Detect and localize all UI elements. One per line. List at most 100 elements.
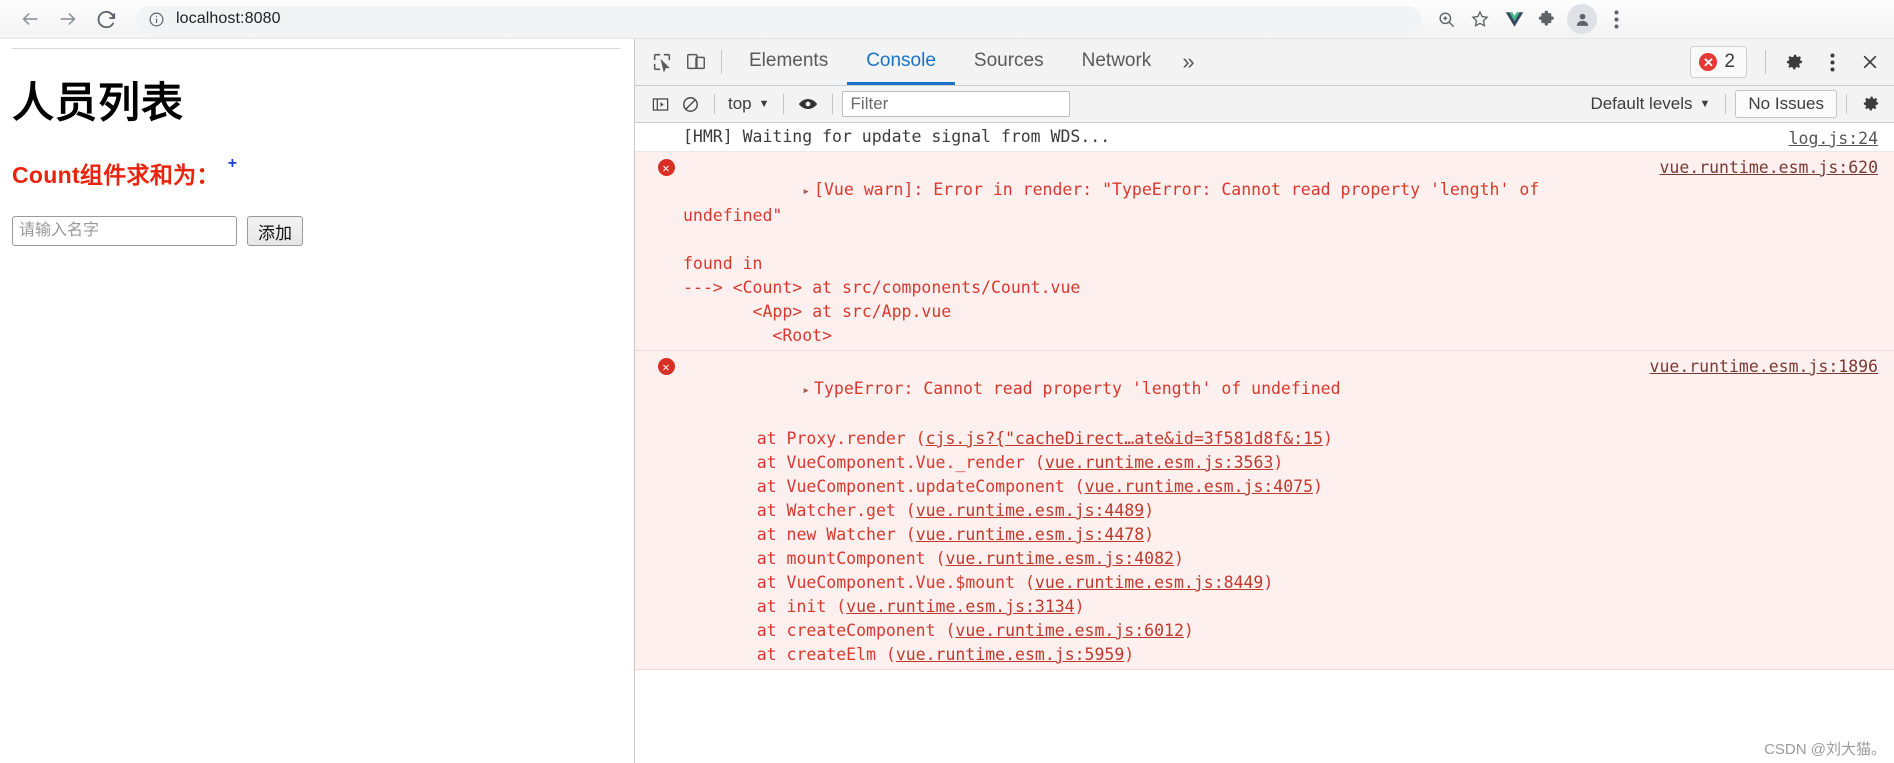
- profile-avatar-icon[interactable]: [1567, 4, 1597, 34]
- gear-icon[interactable]: [1776, 44, 1812, 80]
- vue-devtools-icon[interactable]: [1499, 4, 1529, 34]
- stack-frame: at Watcher.get (vue.runtime.esm.js:4489): [683, 499, 1884, 523]
- message-gutter: [649, 125, 683, 149]
- error-circle-icon: ✕: [1699, 53, 1718, 71]
- tab-network[interactable]: Network: [1063, 39, 1171, 85]
- reload-icon[interactable]: [90, 3, 122, 35]
- stack-frame: at VueComponent.updateComponent (vue.run…: [683, 475, 1884, 499]
- stack-frame-function: at createComponent (: [717, 621, 956, 640]
- message-extra-line: found in: [683, 254, 763, 273]
- tab-elements[interactable]: Elements: [730, 39, 847, 85]
- inspect-element-icon[interactable]: [645, 45, 679, 79]
- filterbar-divider-4: [1725, 94, 1727, 114]
- forward-arrow-icon[interactable]: [52, 3, 84, 35]
- expand-arrow-icon[interactable]: ▸: [802, 184, 810, 199]
- back-arrow-icon[interactable]: [14, 3, 46, 35]
- stack-frame-link[interactable]: vue.runtime.esm.js:6012: [955, 621, 1183, 640]
- tab-sources[interactable]: Sources: [955, 39, 1063, 85]
- log-levels-value: Default levels: [1590, 94, 1693, 113]
- stack-frame-tail: ): [1144, 501, 1155, 520]
- console-message-info[interactable]: [HMR] Waiting for update signal from WDS…: [635, 123, 1894, 152]
- stack-frame-tail: ): [1124, 645, 1135, 664]
- stack-frame-link[interactable]: vue.runtime.esm.js:4478: [916, 525, 1144, 544]
- expand-arrow-icon[interactable]: ▸: [802, 383, 810, 398]
- stack-frame-function: at createElm (: [717, 645, 896, 664]
- log-levels-selector[interactable]: Default levels ▼: [1584, 94, 1716, 114]
- toolbar-divider-2: [1765, 50, 1766, 74]
- stack-frame-tail: ): [1183, 621, 1194, 640]
- filterbar-divider-3: [831, 94, 833, 114]
- stack-frame-function: at init (: [717, 597, 847, 616]
- stack-frame-link[interactable]: vue.runtime.esm.js:3134: [846, 597, 1074, 616]
- extensions-puzzle-icon[interactable]: [1533, 4, 1563, 34]
- close-icon[interactable]: [1852, 44, 1888, 80]
- execution-context-selector[interactable]: top ▼: [724, 94, 774, 114]
- message-extra-line: ---> <Count> at src/components/Count.vue: [683, 278, 1081, 297]
- error-circle-icon: ✕: [657, 358, 675, 375]
- console-sidebar-icon[interactable]: [645, 89, 675, 119]
- message-source-link[interactable]: vue.runtime.esm.js:620: [1659, 156, 1878, 180]
- stack-frame: at Proxy.render (cjs.js?{"cacheDirect…at…: [683, 427, 1884, 451]
- bookmark-star-icon[interactable]: [1465, 4, 1495, 34]
- tab-console[interactable]: Console: [847, 39, 955, 85]
- message-source-link[interactable]: vue.runtime.esm.js:1896: [1650, 355, 1878, 379]
- message-gutter: ✕: [649, 353, 683, 667]
- stack-frame-function: at VueComponent.Vue.$mount (: [717, 573, 1035, 592]
- stack-frame-link[interactable]: vue.runtime.esm.js:3563: [1045, 453, 1273, 472]
- chevron-double-right-icon[interactable]: »: [1170, 39, 1206, 85]
- console-message-type-error[interactable]: ✕ ▸ TypeError: Cannot read property 'leng…: [635, 351, 1894, 670]
- count-sum-label: Count组件求和为： +: [12, 156, 622, 190]
- console-message-vue-warn[interactable]: ✕ ▸ [Vue warn]: Error in render: "TypeErr…: [635, 152, 1894, 351]
- address-bar[interactable]: localhost:8080: [136, 5, 1421, 33]
- live-expression-eye-icon[interactable]: [793, 89, 823, 119]
- devtools-tabs: Elements Console Sources Network »: [730, 39, 1207, 85]
- address-bar-url: localhost:8080: [176, 10, 281, 27]
- message-text: TypeError: Cannot read property 'length'…: [814, 379, 1341, 398]
- console-filter-bar-right: Default levels ▼ No Issues: [1584, 89, 1886, 119]
- stack-frame-link[interactable]: vue.runtime.esm.js:4489: [916, 501, 1144, 520]
- add-button[interactable]: 添加: [247, 216, 303, 247]
- device-toolbar-icon[interactable]: [679, 45, 713, 79]
- error-count-value: 2: [1724, 51, 1735, 72]
- chrome-menu-icon[interactable]: [1601, 4, 1631, 34]
- devtools-tabbar-right: ✕ 2: [1690, 44, 1888, 80]
- stack-frame-link[interactable]: vue.runtime.esm.js:4082: [945, 549, 1173, 568]
- stack-frame-function: at new Watcher (: [717, 525, 916, 544]
- count-sum-value: +: [227, 155, 238, 173]
- kebab-menu-icon[interactable]: [1814, 44, 1850, 80]
- stack-frame-link[interactable]: cjs.js?{"cacheDirect…ate&id=3f581d8f&:15: [926, 429, 1323, 448]
- web-page-pane: 人员列表 Count组件求和为： + 添加: [0, 39, 635, 763]
- stack-frame-function: at Watcher.get (: [717, 501, 916, 520]
- message-source-link[interactable]: log.js:24: [1789, 127, 1878, 151]
- stack-frame-link[interactable]: vue.runtime.esm.js:8449: [1035, 573, 1263, 592]
- message-body: ▸ TypeError: Cannot read property 'length…: [683, 353, 1884, 667]
- browser-toolbar: localhost:8080: [0, 0, 1894, 39]
- stack-frame-tail: ): [1263, 573, 1274, 592]
- filterbar-divider-2: [782, 94, 784, 114]
- stack-frame: at VueComponent.Vue.$mount (vue.runtime.…: [683, 571, 1884, 595]
- name-input[interactable]: [12, 216, 237, 247]
- stack-frame-link[interactable]: vue.runtime.esm.js:4075: [1085, 477, 1313, 496]
- devtools-panel: Elements Console Sources Network » ✕ 2 t…: [635, 39, 1894, 763]
- stack-frame-tail: ): [1074, 597, 1085, 616]
- stack-frame-link[interactable]: vue.runtime.esm.js:5959: [896, 645, 1124, 664]
- watermark: CSDN @刘大猫。: [1764, 741, 1886, 758]
- zoom-icon[interactable]: [1431, 4, 1461, 34]
- info-circle-icon[interactable]: [148, 11, 165, 28]
- message-text: [Vue warn]: Error in render: "TypeError:…: [683, 180, 1550, 225]
- console-filter-input[interactable]: [841, 91, 1070, 117]
- stack-frame: at new Watcher (vue.runtime.esm.js:4478): [683, 523, 1884, 547]
- navigation-buttons: [14, 3, 122, 35]
- stack-frame-tail: ): [1322, 429, 1333, 448]
- issues-button[interactable]: No Issues: [1735, 90, 1837, 118]
- error-count-badge[interactable]: ✕ 2: [1690, 46, 1747, 78]
- stack-frame: at init (vue.runtime.esm.js:3134): [683, 595, 1884, 619]
- error-stack-trace: at Proxy.render (cjs.js?{"cacheDirect…at…: [683, 427, 1884, 667]
- stack-frame-tail: ): [1173, 549, 1184, 568]
- toolbar-divider: [721, 50, 722, 74]
- clear-console-icon[interactable]: [675, 89, 705, 119]
- console-filter-bar: top ▼ Default levels ▼ No Issues: [635, 86, 1894, 123]
- stack-frame-tail: ): [1144, 525, 1155, 544]
- console-messages[interactable]: [HMR] Waiting for update signal from WDS…: [635, 123, 1894, 763]
- console-settings-gear-icon[interactable]: [1856, 89, 1886, 119]
